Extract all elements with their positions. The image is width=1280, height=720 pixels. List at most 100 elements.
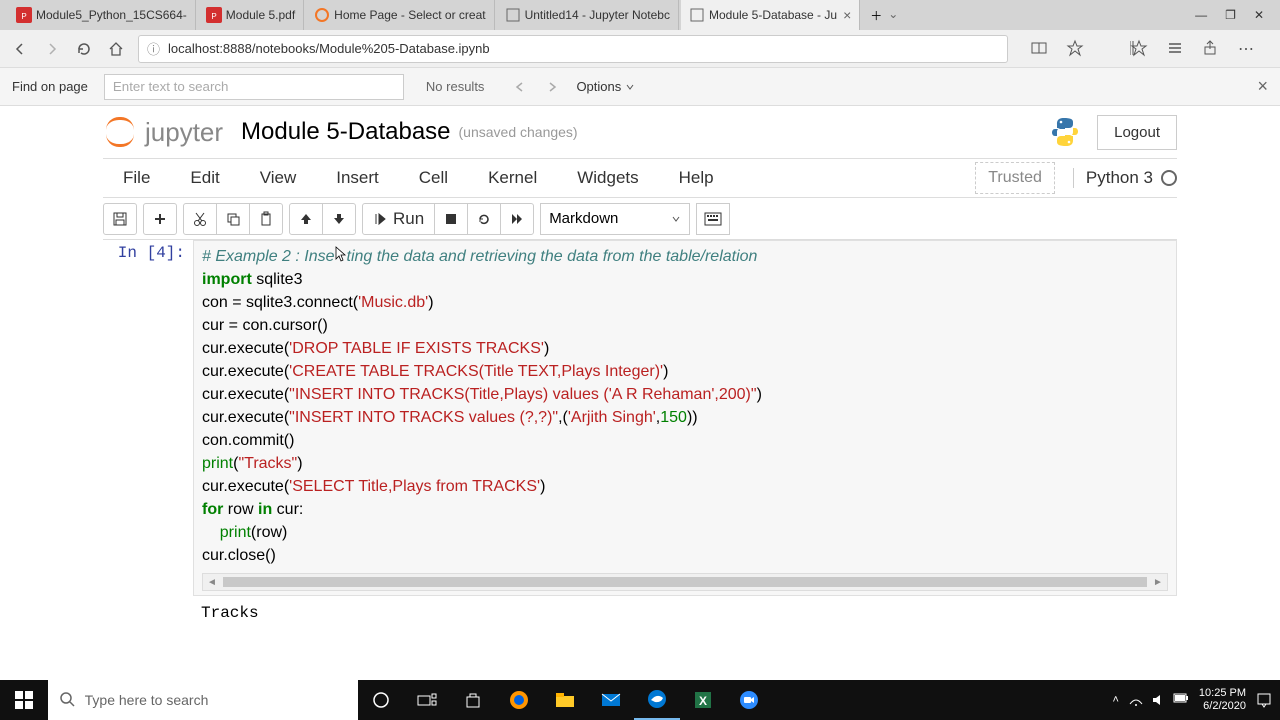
notebook-title[interactable]: Module 5-Database xyxy=(241,118,450,146)
menu-file[interactable]: File xyxy=(103,168,170,188)
menu-kernel[interactable]: Kernel xyxy=(468,168,557,188)
minimize-button[interactable]: — xyxy=(1195,8,1207,22)
add-cell-button[interactable] xyxy=(143,203,177,235)
file-explorer-app[interactable] xyxy=(542,680,588,720)
battery-icon[interactable] xyxy=(1173,693,1189,707)
tab-label: Module 5.pdf xyxy=(226,8,295,22)
mail-app[interactable] xyxy=(588,680,634,720)
address-bar[interactable]: ⓘ localhost:8888/notebooks/Module%205-Da… xyxy=(138,35,1008,63)
move-down-button[interactable] xyxy=(322,203,356,235)
more-icon[interactable]: ⋯ xyxy=(1238,39,1254,59)
firefox-app[interactable] xyxy=(496,680,542,720)
input-prompt: In [4]: xyxy=(103,240,193,596)
start-button[interactable] xyxy=(0,680,48,720)
edge-app[interactable] xyxy=(634,680,680,720)
output-cell: Tracks xyxy=(103,596,1177,622)
zoom-app[interactable] xyxy=(726,680,772,720)
find-next-button[interactable] xyxy=(538,73,566,101)
stop-button[interactable] xyxy=(434,203,468,235)
restart-run-all-button[interactable] xyxy=(500,203,534,235)
taskbar-search[interactable] xyxy=(48,680,358,720)
find-bar: Find on page No results Options × xyxy=(0,68,1280,106)
jupyter-logo-icon xyxy=(103,115,137,149)
trusted-indicator[interactable]: Trusted xyxy=(975,162,1055,194)
back-button[interactable] xyxy=(10,39,30,59)
find-results: No results xyxy=(426,79,485,94)
run-button[interactable]: Run xyxy=(362,203,435,235)
home-button[interactable] xyxy=(106,39,126,59)
search-icon xyxy=(60,692,75,708)
cut-button[interactable] xyxy=(183,203,217,235)
scroll-left-icon[interactable]: ◄ xyxy=(203,571,221,594)
find-options-button[interactable]: Options xyxy=(576,79,635,94)
windows-taskbar: X ˄ 10:25 PM 6/2/2020 xyxy=(0,680,1280,720)
browser-tab[interactable]: Home Page - Select or creat xyxy=(306,0,494,30)
jupyter-logo[interactable]: jupyter xyxy=(103,115,223,149)
find-close-button[interactable]: × xyxy=(1257,76,1268,97)
cursor-pointer-icon xyxy=(335,246,347,264)
svg-text:P: P xyxy=(211,12,216,21)
tab-menu-button[interactable]: ⌄ xyxy=(888,7,898,24)
pdf-icon: P xyxy=(16,7,32,23)
cortana-button[interactable] xyxy=(358,680,404,720)
refresh-button[interactable] xyxy=(74,39,94,59)
store-app[interactable] xyxy=(450,680,496,720)
share-icon[interactable] xyxy=(1202,39,1220,59)
browser-tab[interactable]: P Module5_Python_15CS664- xyxy=(8,0,196,30)
notification-icon[interactable] xyxy=(1256,692,1272,708)
new-tab-button[interactable]: ＋ xyxy=(870,7,882,24)
python-logo-icon xyxy=(1047,114,1083,150)
code-cell[interactable]: In [4]: # Example 2 : Inseting the data … xyxy=(103,240,1177,596)
task-view-button[interactable] xyxy=(404,680,450,720)
excel-app[interactable]: X xyxy=(680,680,726,720)
cell-type-select[interactable]: Markdown xyxy=(540,203,690,235)
jupyter-menubar: File Edit View Insert Cell Kernel Widget… xyxy=(103,158,1177,198)
find-label: Find on page xyxy=(12,79,88,94)
window-close-button[interactable]: ✕ xyxy=(1254,8,1264,22)
favorites-bar-icon[interactable] xyxy=(1130,39,1148,59)
menu-edit[interactable]: Edit xyxy=(170,168,239,188)
menu-widgets[interactable]: Widgets xyxy=(557,168,658,188)
close-icon[interactable]: × xyxy=(843,7,851,23)
browser-tab[interactable]: P Module 5.pdf xyxy=(198,0,304,30)
menu-insert[interactable]: Insert xyxy=(316,168,399,188)
find-prev-button[interactable] xyxy=(506,73,534,101)
save-button[interactable] xyxy=(103,203,137,235)
clock[interactable]: 10:25 PM 6/2/2020 xyxy=(1199,687,1246,713)
command-palette-button[interactable] xyxy=(696,203,730,235)
menu-help[interactable]: Help xyxy=(659,168,734,188)
logout-button[interactable]: Logout xyxy=(1097,115,1177,150)
cell-output: Tracks xyxy=(193,596,267,622)
jupyter-header: jupyter Module 5-Database (unsaved chang… xyxy=(103,106,1177,158)
browser-nav-bar: ⓘ localhost:8888/notebooks/Module%205-Da… xyxy=(0,30,1280,68)
reading-list-icon[interactable] xyxy=(1166,39,1184,59)
restart-button[interactable] xyxy=(467,203,501,235)
volume-icon[interactable] xyxy=(1151,693,1165,707)
network-icon[interactable] xyxy=(1129,693,1143,707)
find-input[interactable] xyxy=(104,74,404,100)
reading-view-icon[interactable] xyxy=(1030,39,1048,59)
scroll-thumb[interactable] xyxy=(223,577,1147,587)
favorite-icon[interactable] xyxy=(1066,39,1084,59)
paste-button[interactable] xyxy=(249,203,283,235)
svg-text:P: P xyxy=(21,12,26,21)
cell-hscrollbar[interactable]: ◄ ► xyxy=(202,573,1168,591)
notebook-icon xyxy=(689,7,705,23)
menu-cell[interactable]: Cell xyxy=(399,168,468,188)
code-editor[interactable]: # Example 2 : Inseting the data and retr… xyxy=(193,240,1177,596)
tray-expand-icon[interactable]: ˄ xyxy=(1112,694,1118,706)
scroll-right-icon[interactable]: ► xyxy=(1149,571,1167,594)
browser-tab[interactable]: Untitled14 - Jupyter Notebc xyxy=(497,0,679,30)
system-tray[interactable]: ˄ 10:25 PM 6/2/2020 xyxy=(1112,687,1280,713)
copy-button[interactable] xyxy=(216,203,250,235)
kernel-indicator[interactable]: Python 3 xyxy=(1073,168,1177,188)
save-status: (unsaved changes) xyxy=(459,124,578,140)
forward-button[interactable] xyxy=(42,39,62,59)
move-up-button[interactable] xyxy=(289,203,323,235)
menu-view[interactable]: View xyxy=(240,168,317,188)
browser-tab-active[interactable]: Module 5-Database - Ju × xyxy=(681,0,860,30)
taskbar-search-input[interactable] xyxy=(85,692,346,708)
pdf-icon: P xyxy=(206,7,222,23)
maximize-button[interactable]: ❐ xyxy=(1225,8,1236,22)
url-text: localhost:8888/notebooks/Module%205-Data… xyxy=(168,41,490,56)
